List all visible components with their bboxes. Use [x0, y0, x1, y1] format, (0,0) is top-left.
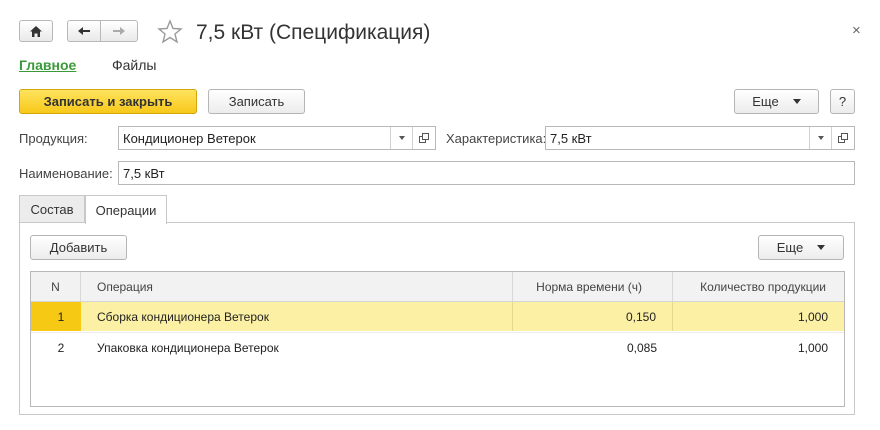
- save-button[interactable]: Записать: [208, 89, 305, 114]
- column-header-time-norm[interactable]: Норма времени (ч): [513, 272, 673, 302]
- close-icon[interactable]: ×: [852, 22, 861, 39]
- open-button[interactable]: [412, 127, 435, 149]
- chevron-down-icon: [399, 136, 405, 140]
- column-header-quantity[interactable]: Количество продукции: [673, 272, 844, 302]
- panel-more-button[interactable]: Еще: [758, 235, 844, 260]
- column-header-n[interactable]: N: [31, 272, 81, 302]
- add-button[interactable]: Добавить: [30, 235, 127, 260]
- dropdown-button[interactable]: [390, 127, 413, 149]
- more-label: Еще: [752, 94, 779, 109]
- quantity-cell: 1,000: [673, 302, 844, 331]
- product-value: Кондиционер Ветерок: [123, 131, 256, 146]
- time-norm-cell: 0,085: [626, 340, 657, 355]
- quantity-cell: 1,000: [797, 340, 828, 355]
- characteristic-value: 7,5 кВт: [550, 131, 592, 146]
- help-button[interactable]: ?: [830, 89, 855, 114]
- forward-button[interactable]: [100, 20, 138, 42]
- table-row[interactable]: 1 Сборка кондиционера Ветерок 0,150 1,00…: [31, 302, 844, 331]
- product-field[interactable]: Кондиционер Ветерок: [118, 126, 436, 150]
- chevron-down-icon: [792, 99, 801, 104]
- back-button[interactable]: [67, 20, 101, 42]
- dropdown-button[interactable]: [809, 127, 832, 149]
- tab-files[interactable]: Файлы: [112, 57, 156, 73]
- row-number: 2: [57, 340, 65, 355]
- name-field[interactable]: 7,5 кВт: [118, 161, 855, 185]
- home-icon: [30, 25, 42, 37]
- arrow-right-icon: [113, 27, 125, 35]
- time-norm-cell: 0,150: [513, 302, 673, 331]
- row-number: 1: [31, 302, 81, 331]
- tab-composition[interactable]: Состав: [19, 195, 85, 223]
- open-window-icon: [419, 133, 429, 143]
- tab-operations[interactable]: Операции: [85, 195, 167, 224]
- window-title: 7,5 кВт (Спецификация): [196, 21, 431, 44]
- operations-table[interactable]: N Операция Норма времени (ч) Количество …: [30, 271, 845, 407]
- name-value: 7,5 кВт: [123, 166, 165, 181]
- favorite-star-icon[interactable]: [157, 19, 183, 47]
- name-label: Наименование:: [19, 166, 113, 181]
- home-button[interactable]: [19, 20, 53, 42]
- product-label: Продукция:: [19, 131, 88, 146]
- save-and-close-button[interactable]: Записать и закрыть: [19, 89, 197, 114]
- chevron-down-icon: [817, 245, 826, 250]
- open-button[interactable]: [831, 127, 854, 149]
- more-label: Еще: [776, 240, 804, 255]
- tab-main[interactable]: Главное: [19, 57, 76, 73]
- chevron-down-icon: [818, 136, 824, 140]
- operation-cell: Сборка кондиционера Ветерок: [81, 302, 513, 331]
- more-button[interactable]: Еще: [734, 89, 819, 114]
- table-row[interactable]: 2 Упаковка кондиционера Ветерок 0,085 1,…: [31, 332, 844, 362]
- operation-cell: Упаковка кондиционера Ветерок: [97, 340, 279, 355]
- characteristic-field[interactable]: 7,5 кВт: [545, 126, 855, 150]
- open-window-icon: [838, 133, 848, 143]
- column-header-operation[interactable]: Операция: [81, 272, 513, 302]
- arrow-left-icon: [78, 27, 90, 35]
- characteristic-label: Характеристика:: [446, 131, 547, 146]
